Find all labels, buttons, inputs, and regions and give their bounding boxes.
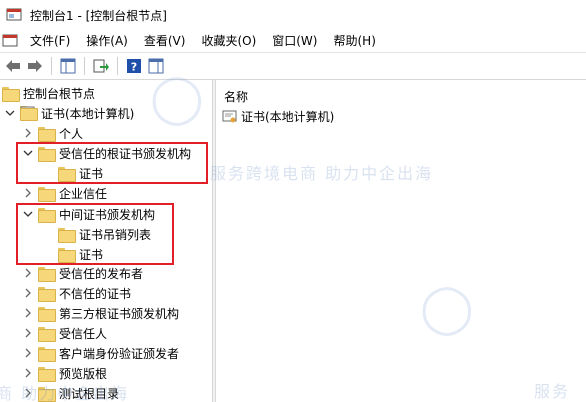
- tree-node-label: 受信任人: [59, 326, 108, 341]
- certificate-store-icon: [20, 106, 38, 121]
- back-button[interactable]: [2, 55, 24, 77]
- tree-node-label: 个人: [59, 126, 84, 141]
- forward-arrow-icon: [28, 60, 42, 72]
- tree-node-label: 企业信任: [59, 186, 108, 201]
- chevron-right-icon[interactable]: [22, 323, 34, 343]
- folder-icon: [38, 306, 56, 322]
- folder-icon: [38, 186, 56, 202]
- menu-window[interactable]: 窗口(W): [264, 30, 325, 52]
- folder-icon: [38, 366, 56, 382]
- title-bar: 控制台1 - [控制台根节点]: [0, 0, 586, 30]
- help-button[interactable]: ?: [123, 55, 145, 77]
- folder-icon: [38, 126, 56, 142]
- console-tree[interactable]: 控制台根节点 证书(本地计算机) 个人 受信任的根证书颁发机构 证书 企业信任 …: [0, 80, 212, 402]
- highlight-box-intermediate: [16, 203, 174, 265]
- tree-node-label: 不信任的证书: [59, 286, 132, 301]
- svg-text:?: ?: [131, 61, 137, 74]
- menu-view[interactable]: 查看(V): [136, 30, 194, 52]
- action-pane-button[interactable]: [145, 55, 167, 77]
- tree-node-trusted-people[interactable]: 受信任人: [22, 323, 107, 343]
- result-pane[interactable]: 名称 证书(本地计算机): [216, 80, 586, 402]
- help-icon: ?: [127, 59, 141, 74]
- export-list-icon: [93, 59, 109, 73]
- export-list-button[interactable]: [90, 55, 112, 77]
- menu-bar: 文件(F) 操作(A) 查看(V) 收藏夹(O) 窗口(W) 帮助(H): [0, 30, 586, 52]
- chevron-right-icon[interactable]: [22, 343, 34, 363]
- chevron-right-icon[interactable]: [22, 123, 34, 143]
- menu-help[interactable]: 帮助(H): [325, 30, 383, 52]
- tree-node-console-root[interactable]: 控制台根节点: [2, 83, 95, 103]
- chevron-right-icon[interactable]: [22, 363, 34, 383]
- back-arrow-icon: [6, 60, 20, 72]
- list-item[interactable]: 证书(本地计算机): [222, 108, 334, 125]
- action-pane-icon: [148, 58, 164, 74]
- chevron-right-icon[interactable]: [22, 303, 34, 323]
- tree-node-test-roots[interactable]: 测试根目录: [22, 383, 119, 402]
- chevron-right-icon[interactable]: [22, 383, 34, 402]
- tree-node-label: 控制台根节点: [23, 86, 96, 101]
- tree-node-label: 测试根目录: [59, 386, 120, 401]
- tree-node-trusted-publishers[interactable]: 受信任的发布者: [22, 263, 143, 283]
- chevron-right-icon[interactable]: [22, 183, 34, 203]
- tree-node-third-party-root[interactable]: 第三方根证书颁发机构: [22, 303, 179, 323]
- tree-node-preview-build[interactable]: 预览版根: [22, 363, 107, 383]
- mmc-console-icon: [6, 7, 22, 23]
- console-menu-icon[interactable]: [2, 34, 18, 48]
- menu-action[interactable]: 操作(A): [78, 30, 136, 52]
- toolbar-separator: [84, 57, 85, 75]
- show-hide-tree-button[interactable]: [57, 55, 79, 77]
- folder-icon: [38, 286, 56, 302]
- show-hide-tree-icon: [60, 58, 76, 74]
- certificate-store-icon: [222, 110, 238, 124]
- tree-node-client-auth[interactable]: 客户端身份验证颁发者: [22, 343, 179, 363]
- column-header-name[interactable]: 名称: [224, 88, 248, 105]
- tree-node-enterprise-trust[interactable]: 企业信任: [22, 183, 107, 203]
- tree-node-label: 预览版根: [59, 366, 108, 381]
- tree-node-certificates-store[interactable]: 证书(本地计算机): [4, 103, 134, 123]
- toolbar: ?: [0, 52, 586, 80]
- folder-icon: [38, 386, 56, 402]
- toolbar-separator: [51, 57, 52, 75]
- tree-node-label: 证书(本地计算机): [41, 106, 135, 121]
- window-title: 控制台1 - [控制台根节点]: [30, 8, 167, 23]
- chevron-right-icon[interactable]: [22, 283, 34, 303]
- highlight-box-trusted-root: [16, 142, 208, 184]
- tree-node-untrusted[interactable]: 不信任的证书: [22, 283, 131, 303]
- folder-icon: [38, 346, 56, 362]
- chevron-down-icon[interactable]: [4, 103, 16, 123]
- menu-favorites[interactable]: 收藏夹(O): [193, 30, 264, 52]
- tree-node-personal[interactable]: 个人: [22, 123, 83, 143]
- forward-button[interactable]: [24, 55, 46, 77]
- tree-node-label: 受信任的发布者: [59, 266, 144, 281]
- folder-icon: [2, 86, 20, 102]
- menu-file[interactable]: 文件(F): [22, 30, 78, 52]
- folder-icon: [38, 266, 56, 282]
- list-item-label: 证书(本地计算机): [241, 110, 335, 124]
- tree-node-label: 客户端身份验证颁发者: [59, 346, 180, 361]
- chevron-right-icon[interactable]: [22, 263, 34, 283]
- toolbar-separator: [117, 57, 118, 75]
- folder-icon: [38, 326, 56, 342]
- tree-node-label: 第三方根证书颁发机构: [59, 306, 180, 321]
